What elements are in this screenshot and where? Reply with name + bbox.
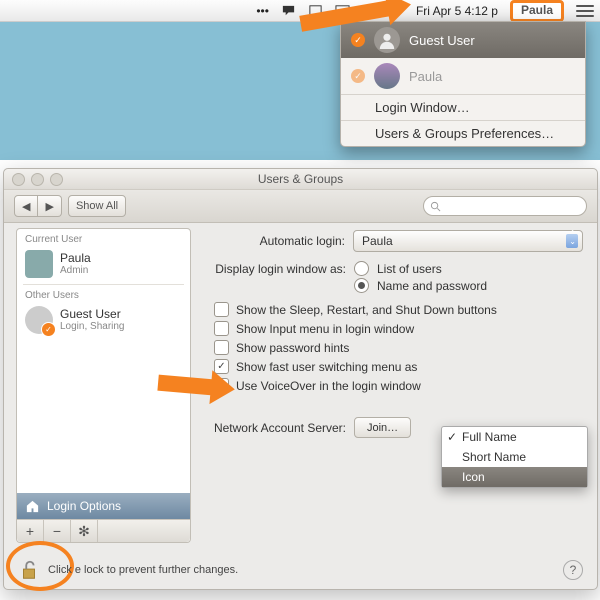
checkbox-label: Show password hints [236,341,349,355]
checkbox-label: Show the Sleep, Restart, and Shut Down b… [236,303,497,317]
zoom-icon[interactable] [50,173,63,186]
join-button[interactable]: Join… [354,417,411,438]
lock-hint-text: Click e lock to prevent further changes. [48,564,238,576]
user-name: Guest User [60,308,125,321]
check-icon: ✓ [351,33,365,47]
checkbox-sleep-restart[interactable] [214,302,229,317]
radio-name-password[interactable] [354,278,369,293]
menu-item-paula[interactable]: ✓ Paula [341,58,585,94]
auto-login-label: Automatic login: [204,234,345,248]
menubar-dots-icon[interactable]: ••• [250,0,275,21]
fast-user-switch-menu: ✓ Guest User ✓ Paula Login Window… Users… [340,21,586,147]
popup-item-short-name[interactable]: Short Name [442,447,587,467]
menubar-datetime[interactable]: Fri Apr 5 4:12 p [410,0,504,21]
popup-item-icon[interactable]: Icon [442,467,587,487]
sidebar-current-user[interactable]: Paula Admin [17,247,190,284]
checkbox-input-menu[interactable] [214,321,229,336]
login-options-button[interactable]: Login Options [17,493,190,519]
sidebar-guest-user[interactable]: ✓ Guest User Login, Sharing [17,303,190,340]
search-input[interactable] [423,196,587,216]
avatar-icon: ✓ [25,306,53,334]
menubar-username[interactable]: Paula [504,0,570,21]
radio-label: List of users [377,262,442,276]
window-titlebar[interactable]: Users & Groups [4,169,597,190]
avatar-icon [374,27,400,53]
checkbox-label: Show Input menu in login window [236,322,414,336]
checkbox-label: Show fast user switching menu as [236,360,417,374]
window-footer: Click e lock to prevent further changes.… [4,551,597,589]
menu-item-label: Guest User [409,33,475,48]
radio-list-of-users[interactable] [354,261,369,276]
action-gear-button[interactable]: ✻ [71,520,98,542]
login-options-pane: Automatic login: Paula Display login win… [204,230,583,543]
user-name: Paula [60,252,91,265]
forward-button[interactable]: ▶ [38,195,61,217]
window-title: Users & Groups [258,172,343,186]
menu-item-label: Paula [409,69,442,84]
close-icon[interactable] [12,173,25,186]
menubar-chat-icon[interactable] [275,0,302,21]
check-badge-icon: ✓ [41,322,56,337]
menubar-list-icon[interactable] [570,0,600,21]
select-value: Paula [362,234,393,248]
search-icon [430,201,441,212]
show-all-button[interactable]: Show All [68,195,126,217]
checkbox-password-hints[interactable] [214,340,229,355]
menu-item-users-groups-prefs[interactable]: Users & Groups Preferences… [341,121,585,146]
unlocked-lock-icon[interactable] [18,559,40,581]
add-user-button[interactable]: + [17,520,44,542]
network-account-label: Network Account Server: [204,421,346,435]
back-button[interactable]: ◀ [14,195,38,217]
help-button[interactable]: ? [563,560,583,580]
sidebar-tools: + − ✻ [17,519,190,542]
sidebar-heading-other: Other Users [17,285,190,303]
users-groups-window: Users & Groups ◀ ▶ Show All Current User… [3,168,598,590]
radio-label: Name and password [377,279,487,293]
remove-user-button[interactable]: − [44,520,71,542]
menu-item-guest[interactable]: ✓ Guest User [341,22,585,58]
avatar-icon [374,63,400,89]
check-icon: ✓ [351,69,365,83]
checkbox-label: Use VoiceOver in the login window [236,379,421,393]
display-login-label: Display login window as: [204,262,346,276]
auto-login-select[interactable]: Paula [353,230,583,252]
house-icon [25,499,40,514]
menu-item-login-window[interactable]: Login Window… [341,95,585,120]
toolbar: ◀ ▶ Show All [4,190,597,223]
popup-item-full-name[interactable]: Full Name [442,427,587,447]
user-role: Login, Sharing [60,321,125,332]
minimize-icon[interactable] [31,173,44,186]
avatar-icon [25,250,53,278]
sidebar-heading-current: Current User [17,229,190,247]
fast-switch-format-popup: Full Name Short Name Icon [441,426,588,488]
user-role: Admin [60,265,91,276]
login-options-label: Login Options [47,499,121,513]
